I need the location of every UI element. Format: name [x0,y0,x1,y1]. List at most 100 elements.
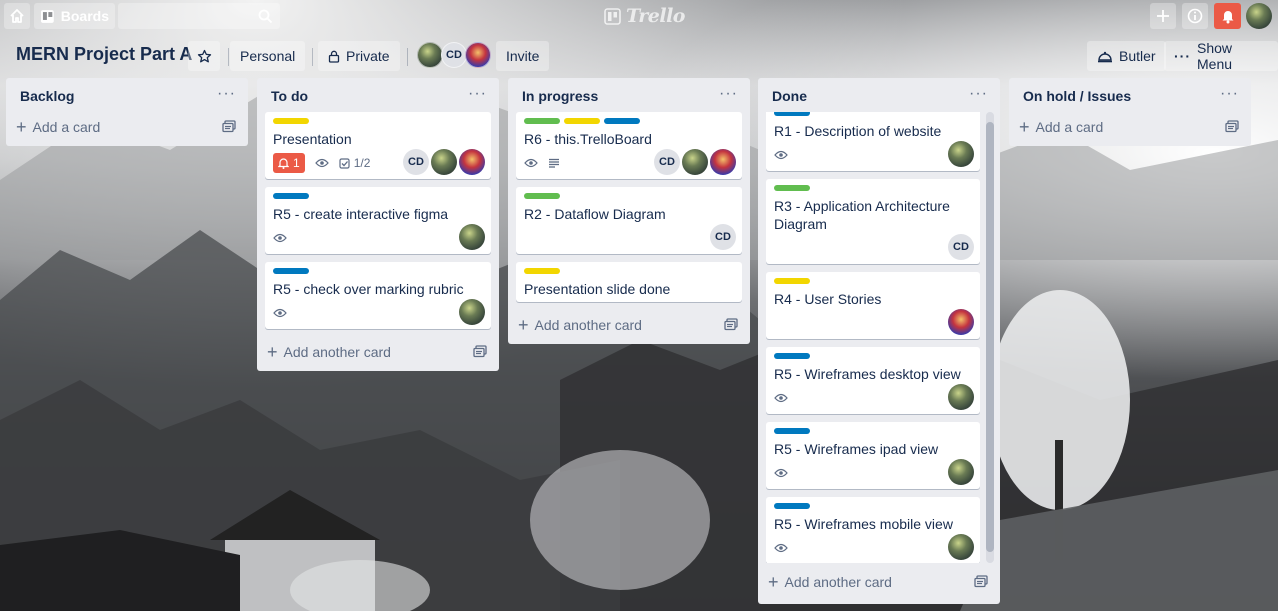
card[interactable]: Presentation slide done [516,262,742,302]
list-menu-icon[interactable]: ··· [969,85,988,103]
add-card-button[interactable]: + Add another card [508,310,750,340]
list-title[interactable]: On hold / Issues [1023,88,1237,104]
card[interactable]: R3 - Application Architecture Diagram CD [766,179,980,264]
card-badges [273,226,483,250]
list-menu-icon[interactable]: ··· [468,85,487,103]
card-label-blue[interactable] [273,268,309,274]
card-template-icon[interactable] [473,345,487,358]
card-template-icon[interactable] [974,575,988,588]
list-menu-icon[interactable]: ··· [217,85,236,103]
member-avatar[interactable] [465,42,491,68]
card-label-blue[interactable] [774,353,810,359]
card[interactable]: R2 - Dataflow Diagram CD [516,187,742,254]
plus-icon: + [1019,116,1030,137]
visibility-button[interactable]: Private [318,41,400,71]
list-on-hold-issues: On hold / Issues ··· + Add a card [1009,78,1251,146]
card-title: R2 - Dataflow Diagram [524,206,666,222]
info-button[interactable] [1182,3,1208,29]
team-button[interactable]: Personal [230,41,306,71]
card-template-icon[interactable] [1225,120,1239,133]
card-members: CD [654,149,736,175]
boards-button[interactable]: Boards [34,3,115,29]
card-label-blue[interactable] [774,428,810,434]
card-members [948,309,974,335]
card[interactable]: R4 - User Stories [766,272,980,339]
card[interactable]: R5 - check over marking rubric [265,262,491,329]
add-card-button[interactable]: + Add another card [257,337,499,367]
list-title[interactable]: Done [772,88,986,104]
card-label-blue[interactable] [273,193,309,199]
card[interactable]: R6 - this.TrelloBoard CD [516,112,742,179]
list-backlog: Backlog ··· + Add a card [6,78,248,146]
watch-eye-icon [774,543,788,553]
member-avatar[interactable] [948,141,974,167]
member-avatar[interactable] [459,224,485,250]
list-title[interactable]: Backlog [20,88,234,104]
due-badge[interactable]: 1 [273,153,305,173]
invite-button[interactable]: Invite [496,41,550,71]
card[interactable]: Presentation 1 1/2 CD [265,112,491,179]
add-card-label: Add another card [283,344,391,360]
card[interactable]: R5 - Wireframes desktop view [766,347,980,414]
user-avatar[interactable] [1246,3,1272,29]
member-avatar-cd[interactable]: CD [654,149,680,175]
notifications-button[interactable] [1214,3,1241,29]
star-board-button[interactable] [188,41,220,71]
card-title: R4 - User Stories [774,291,882,307]
card-template-icon[interactable] [724,318,738,331]
card-label-green[interactable] [524,118,560,124]
member-avatar-cd[interactable]: CD [403,149,429,175]
card-template-icon[interactable] [222,120,236,133]
create-button[interactable] [1150,3,1176,29]
member-avatar[interactable] [459,299,485,325]
card-label-blue[interactable] [604,118,640,124]
member-avatar[interactable] [948,309,974,335]
list-menu-icon[interactable]: ··· [1220,85,1239,103]
list-cards[interactable]: R1 - Description of website R3 - Applica… [758,112,1000,563]
member-avatar[interactable] [948,459,974,485]
list-header: Done ··· [758,78,1000,112]
card[interactable]: R1 - Description of website [766,112,980,171]
card[interactable]: R5 - Wireframes mobile view [766,497,980,563]
board-title[interactable]: MERN Project Part A [16,44,192,65]
card-label-green[interactable] [774,185,810,191]
member-avatar[interactable] [948,384,974,410]
card[interactable]: R5 - Wireframes ipad view [766,422,980,489]
search-input[interactable] [118,3,280,29]
card-label-yellow[interactable] [524,268,560,274]
member-avatar[interactable] [948,534,974,560]
star-icon [197,49,211,62]
card-label-blue[interactable] [774,112,810,116]
card-label-green[interactable] [524,193,560,199]
member-avatar[interactable] [710,149,736,175]
show-menu-button[interactable]: ··· Show Menu [1164,40,1278,72]
list-scrollbar-thumb[interactable] [986,122,994,552]
list-title[interactable]: To do [271,88,485,104]
add-card-button[interactable]: + Add a card [6,112,248,142]
add-card-button[interactable]: + Add another card [758,567,1000,597]
checklist-icon [339,157,350,169]
member-avatar-cd[interactable]: CD [948,234,974,260]
card-members: CD [710,224,736,250]
member-avatar[interactable] [417,42,443,68]
list-title[interactable]: In progress [522,88,736,104]
member-avatar-cd[interactable]: CD [710,224,736,250]
member-avatar[interactable] [682,149,708,175]
member-avatar-cd[interactable]: CD [441,42,467,68]
butler-button[interactable]: Butler [1087,41,1166,71]
bell-icon [1222,11,1233,24]
add-card-button[interactable]: + Add a card [1009,112,1251,142]
member-avatar[interactable] [459,149,485,175]
card-label-yellow[interactable] [564,118,600,124]
card-title: R3 - Application Architecture Diagram [774,198,950,232]
card-label-yellow[interactable] [273,118,309,124]
card-label-yellow[interactable] [774,278,810,284]
card-label-blue[interactable] [774,503,810,509]
trello-logo[interactable]: Trello [604,5,685,27]
card[interactable]: R5 - create interactive figma [265,187,491,254]
invite-label: Invite [506,48,540,64]
member-avatar[interactable] [431,149,457,175]
home-button[interactable] [4,3,30,29]
list-menu-icon[interactable]: ··· [719,85,738,103]
card-members [948,459,974,485]
